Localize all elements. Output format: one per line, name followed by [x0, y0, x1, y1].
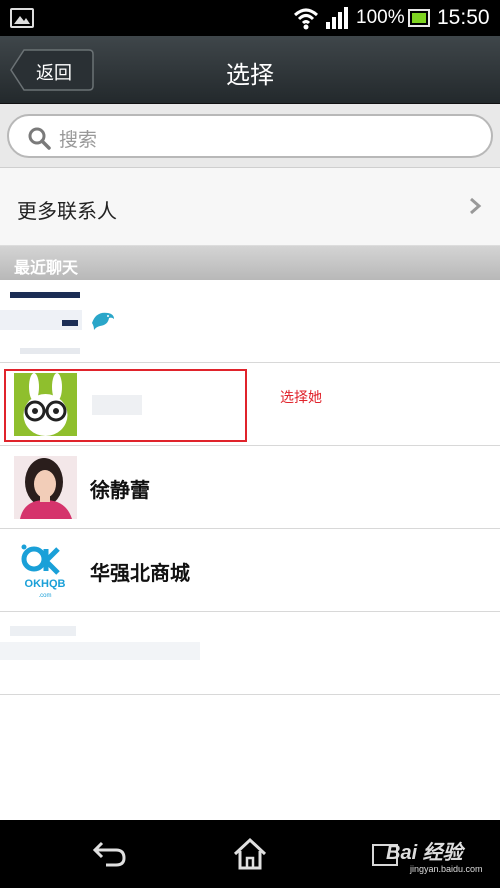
chat-row[interactable]: OKHQB .com 华强北商城: [0, 529, 500, 612]
svg-text:.com: .com: [38, 593, 51, 599]
chat-row[interactable]: 徐静蕾: [0, 446, 500, 529]
svg-text:OKHQB: OKHQB: [25, 578, 66, 590]
section-title: 最近聊天: [14, 258, 79, 277]
blurred-content: [20, 348, 80, 354]
more-contacts-row[interactable]: 更多联系人: [0, 168, 500, 246]
chevron-right-icon: [470, 197, 482, 215]
home-icon[interactable]: [232, 837, 268, 871]
recent-chats-header: 最近聊天: [0, 246, 500, 280]
avatar: OKHQB .com: [14, 539, 77, 602]
chat-row[interactable]: [0, 612, 500, 695]
dolphin-icon: [92, 312, 114, 330]
blurred-avatar: [10, 626, 76, 636]
wifi-icon: [293, 8, 319, 30]
search-input[interactable]: 搜索: [7, 114, 493, 158]
search-bar: 搜索: [0, 104, 500, 168]
highlight-box: [4, 369, 247, 442]
search-icon: [28, 127, 51, 150]
more-contacts-label: 更多联系人: [17, 199, 117, 223]
contact-name: 徐静蕾: [90, 478, 150, 502]
search-placeholder: 搜索: [59, 129, 98, 151]
gallery-icon: [10, 8, 34, 28]
signal-icon: [326, 7, 348, 29]
back-icon[interactable]: [92, 839, 128, 869]
annotation-note: 选择她: [280, 390, 322, 406]
blurred-content: [0, 642, 200, 660]
status-bar: 100% 15:50: [0, 0, 500, 36]
title-bar: 返回 选择: [0, 36, 500, 104]
blurred-content: [62, 320, 78, 326]
contact-name: 华强北商城: [90, 561, 190, 585]
chat-row[interactable]: [0, 280, 500, 363]
blurred-avatar: [10, 292, 80, 298]
avatar: [14, 456, 77, 519]
baidu-watermark: Bai 经验 jingyan.baidu.com: [386, 842, 483, 874]
clock: 15:50: [437, 6, 490, 29]
page-title: 选择: [226, 61, 274, 89]
battery-icon: [408, 9, 430, 27]
battery-percent: 100%: [356, 7, 405, 28]
